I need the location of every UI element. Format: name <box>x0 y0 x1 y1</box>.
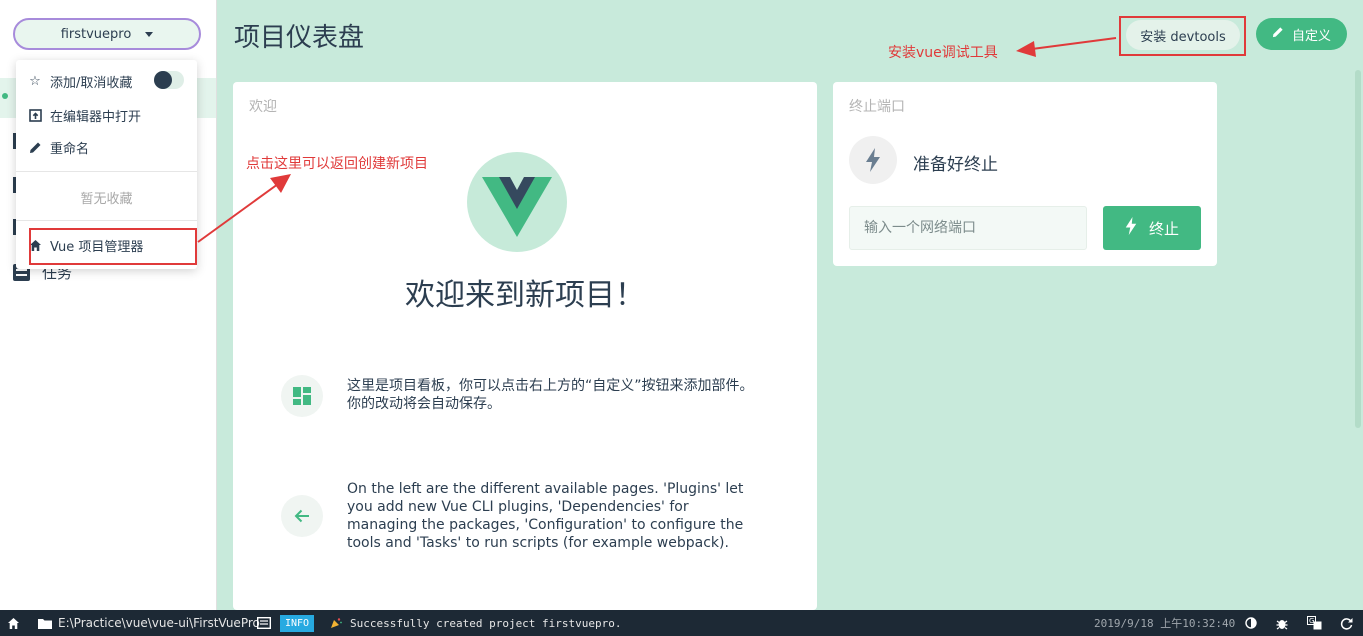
welcome-heading: 欢迎来到新项目！ <box>405 278 645 313</box>
annotation-back-note: 点击这里可以返回创建新项目 <box>246 156 428 172</box>
refresh-icon[interactable] <box>1340 610 1353 636</box>
dashboard-icon <box>281 375 323 417</box>
active-indicator-dot <box>2 93 8 99</box>
menu-item-rename-label: 重命名 <box>50 142 90 157</box>
tip-dashboard-text: 这里是项目看板，你可以点击右上方的“自定义”按钮来添加部件。你的改动将会自动保存… <box>347 378 754 412</box>
annotation-devtools-note: 安装vue调试工具 <box>888 45 998 61</box>
toggle-knob <box>154 71 172 89</box>
home-icon[interactable] <box>7 610 20 636</box>
scrollbar-thumb[interactable] <box>1355 70 1361 428</box>
kill-port-widget: 终止端口 准备好终止 终止 <box>833 82 1217 266</box>
status-timestamp: 2019/9/18 上午10:32:40 <box>1094 610 1235 636</box>
console-icon[interactable] <box>257 610 271 636</box>
caret-down-icon <box>145 31 154 37</box>
last-log-message[interactable]: Successfully created project firstvuepro… <box>330 610 622 636</box>
party-icon <box>331 618 342 628</box>
widget-title: 终止端口 <box>849 99 905 115</box>
svg-text:G: G <box>1309 617 1314 625</box>
bug-icon[interactable] <box>1276 610 1288 636</box>
arrow-left-icon <box>281 495 323 537</box>
status-bar: E:\Practice\vue\vue-ui\FirstVuePro INFO … <box>0 610 1363 636</box>
tip-navigation-text: On the left are the different available … <box>347 481 744 551</box>
lightning-icon <box>849 136 897 184</box>
customize-button-label: 自定义 <box>1291 28 1331 44</box>
project-name: firstvuepro <box>60 26 132 42</box>
favorites-empty-text: 暂无收藏 <box>80 192 133 207</box>
menu-item-open-in-editor-label: 在编辑器中打开 <box>50 110 142 125</box>
project-path[interactable]: E:\Practice\vue\vue-ui\FirstVuePro <box>38 610 260 636</box>
menu-divider <box>16 220 197 221</box>
menu-item-favorite[interactable]: ☆ 添加/取消收藏 <box>28 72 132 91</box>
open-in-new-icon <box>28 109 42 123</box>
project-switcher-button[interactable]: firstvuepro <box>13 18 201 50</box>
menu-item-open-in-editor[interactable]: 在编辑器中打开 <box>28 106 141 125</box>
menu-item-rename[interactable]: 重命名 <box>28 138 89 157</box>
kill-port-button[interactable]: 终止 <box>1103 206 1201 250</box>
annotation-highlight-box <box>29 228 197 265</box>
page-title: 项目仪表盘 <box>234 23 365 53</box>
log-level-badge: INFO <box>280 610 315 636</box>
star-icon: ☆ <box>29 74 41 89</box>
dark-mode-icon[interactable] <box>1245 610 1257 636</box>
translate-icon[interactable]: G <box>1307 610 1322 636</box>
kill-port-button-label: 终止 <box>1148 219 1179 238</box>
port-status-text: 准备好终止 <box>913 155 998 175</box>
log-message-text: Successfully created project firstvuepro… <box>350 616 622 630</box>
vue-logo <box>467 152 567 252</box>
favorite-toggle[interactable] <box>154 71 184 89</box>
project-path-text: E:\Practice\vue\vue-ui\FirstVuePro <box>58 616 260 630</box>
timestamp-text: 2019/9/18 上午10:32:40 <box>1094 617 1236 630</box>
widget-title: 欢迎 <box>249 99 277 115</box>
pencil-icon <box>1272 26 1284 42</box>
folder-icon <box>38 618 52 629</box>
pencil-icon <box>28 141 42 155</box>
annotation-highlight-box <box>1119 16 1246 56</box>
menu-item-favorite-label: 添加/取消收藏 <box>50 76 133 91</box>
customize-button[interactable]: 自定义 <box>1256 18 1347 50</box>
lightning-icon <box>1125 217 1137 239</box>
menu-divider <box>16 171 197 172</box>
port-input[interactable] <box>849 206 1087 250</box>
log-level-text: INFO <box>280 614 315 632</box>
